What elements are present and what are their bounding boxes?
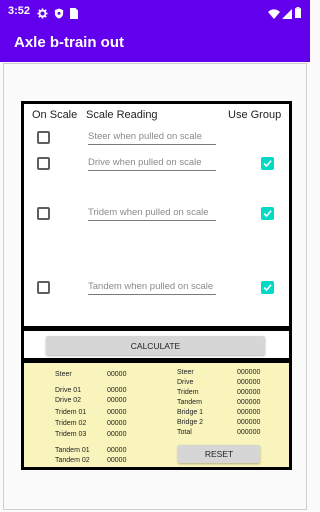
calculate-button[interactable]: CALCULATE bbox=[46, 336, 265, 355]
total-value-steer: 000000 bbox=[237, 369, 261, 376]
header-use-group: Use Group bbox=[228, 109, 282, 121]
wifi-icon bbox=[268, 6, 280, 24]
total-value-bridge-1: 000000 bbox=[237, 409, 261, 416]
sim-card-icon bbox=[70, 6, 78, 24]
header-on-scale: On Scale bbox=[32, 109, 78, 121]
result-value-steer: 00000 bbox=[107, 371, 127, 378]
checkmark-icon bbox=[263, 284, 272, 292]
total-label-bridge-1: Bridge 1 bbox=[177, 409, 204, 416]
total-value-tandem: 000000 bbox=[237, 399, 261, 406]
shield-icon bbox=[54, 6, 64, 24]
total-label-steer: Steer bbox=[177, 369, 194, 376]
total-value-tridem: 000000 bbox=[237, 389, 261, 396]
on-scale-checkbox-tridem[interactable] bbox=[37, 207, 50, 220]
use-group-checkbox-tridem[interactable] bbox=[261, 207, 274, 220]
status-time: 3:52 bbox=[8, 5, 31, 17]
gear-icon bbox=[37, 6, 48, 24]
tandem-reading-input[interactable] bbox=[88, 278, 216, 295]
app-title: Axle b-train out bbox=[14, 34, 125, 51]
steer-reading-input[interactable] bbox=[88, 128, 216, 145]
use-group-checkbox-tandem[interactable] bbox=[261, 281, 274, 294]
on-scale-checkbox-drive[interactable] bbox=[37, 157, 50, 170]
result-value-tridem-03: 00000 bbox=[107, 431, 127, 438]
result-label-tridem-03: Tridem 03 bbox=[55, 431, 87, 438]
use-group-checkbox-drive[interactable] bbox=[261, 157, 274, 170]
total-label-tandem: Tandem bbox=[177, 399, 202, 406]
checkmark-icon bbox=[263, 160, 272, 168]
app-bar: Axle b-train out bbox=[0, 24, 310, 62]
result-value-tridem-02: 00000 bbox=[107, 420, 127, 427]
result-value-tridem-01: 00000 bbox=[107, 409, 127, 416]
total-label-bridge-2: Bridge 2 bbox=[177, 419, 204, 426]
result-label-drive-01: Drive 01 bbox=[55, 387, 82, 394]
result-value-drive-02: 00000 bbox=[107, 397, 127, 404]
total-value-bridge-2: 000000 bbox=[237, 419, 261, 426]
total-label-tridem: Tridem bbox=[177, 389, 199, 396]
total-label-drive: Drive bbox=[177, 379, 194, 386]
signal-icon bbox=[282, 6, 292, 24]
result-label-drive-02: Drive 02 bbox=[55, 397, 82, 404]
result-label-tridem-01: Tridem 01 bbox=[55, 409, 87, 416]
status-bar: 3:52 bbox=[0, 0, 310, 24]
reset-button[interactable]: RESET bbox=[178, 445, 260, 463]
result-label-tandem-01: Tandem 01 bbox=[55, 447, 90, 454]
result-label-steer: Steer bbox=[55, 371, 72, 378]
tridem-reading-input[interactable] bbox=[88, 204, 216, 221]
battery-icon bbox=[295, 5, 301, 23]
total-label-total: Total bbox=[177, 429, 192, 436]
checkmark-icon bbox=[263, 210, 272, 218]
result-value-tandem-02: 00000 bbox=[107, 457, 127, 464]
total-value-total: 000000 bbox=[237, 429, 261, 436]
result-label-tandem-02: Tandem 02 bbox=[55, 457, 90, 464]
on-scale-checkbox-steer[interactable] bbox=[37, 131, 50, 144]
header-scale-reading: Scale Reading bbox=[86, 109, 158, 121]
drive-reading-input[interactable] bbox=[88, 154, 216, 171]
result-label-tridem-02: Tridem 02 bbox=[55, 420, 87, 427]
total-value-drive: 000000 bbox=[237, 379, 261, 386]
result-value-drive-01: 00000 bbox=[107, 387, 127, 394]
result-value-tandem-01: 00000 bbox=[107, 447, 127, 454]
on-scale-checkbox-tandem[interactable] bbox=[37, 281, 50, 294]
